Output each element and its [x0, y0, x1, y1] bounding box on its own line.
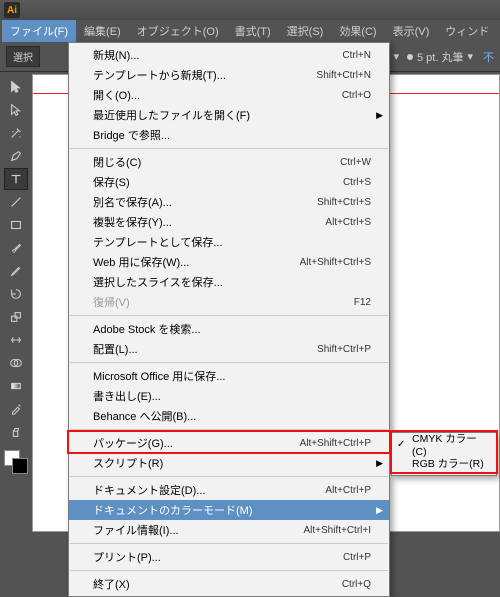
menu-item-save-for-ms-office[interactable]: Microsoft Office 用に保存...: [69, 366, 389, 386]
menu-window[interactable]: ウィンド: [437, 20, 497, 42]
tool-panel: [2, 74, 30, 476]
chevron-right-icon: ▶: [376, 458, 383, 469]
symbol-sprayer-tool[interactable]: [4, 421, 28, 443]
menu-item-save-as-template[interactable]: テンプレートとして保存...: [69, 232, 389, 252]
menu-item-save-selected-slices[interactable]: 選択したスライスを保存...: [69, 272, 389, 292]
menu-item-file-info[interactable]: ファイル情報(I)...Alt+Shift+Ctrl+I: [69, 520, 389, 540]
menu-file[interactable]: ファイル(F): [2, 20, 76, 42]
bullet-icon: [407, 54, 413, 60]
submenu-item-rgb[interactable]: RGB カラー(R): [392, 454, 496, 473]
menu-item-print[interactable]: プリント(P)...Ctrl+P: [69, 547, 389, 567]
menu-item-save-as[interactable]: 別名で保存(A)...Shift+Ctrl+S: [69, 192, 389, 212]
rectangle-tool[interactable]: [4, 214, 28, 236]
menu-item-document-setup[interactable]: ドキュメント設定(D)...Alt+Ctrl+P: [69, 480, 389, 500]
gradient-tool[interactable]: [4, 375, 28, 397]
menu-item-exit[interactable]: 終了(X)Ctrl+Q: [69, 574, 389, 594]
menu-type[interactable]: 書式(T): [227, 20, 279, 42]
check-icon: ✓: [397, 439, 405, 450]
menu-item-browse-bridge[interactable]: Bridge で参照...: [69, 125, 389, 145]
selection-label: 選択: [6, 46, 40, 67]
direct-selection-tool[interactable]: [4, 99, 28, 121]
menu-item-new[interactable]: 新規(N)...Ctrl+N: [69, 45, 389, 65]
title-bar: Ai: [0, 0, 500, 20]
menu-item-close[interactable]: 閉じる(C)Ctrl+W: [69, 152, 389, 172]
menu-bar: ファイル(F) 編集(E) オブジェクト(O) 書式(T) 選択(S) 効果(C…: [0, 20, 500, 42]
chevron-right-icon: ▶: [376, 505, 383, 516]
menu-item-save[interactable]: 保存(S)Ctrl+S: [69, 172, 389, 192]
rotate-tool[interactable]: [4, 283, 28, 305]
menu-item-open[interactable]: 開く(O)...Ctrl+O: [69, 85, 389, 105]
menu-effect[interactable]: 効果(C): [331, 20, 384, 42]
menu-item-behance[interactable]: Behance へ公開(B)...: [69, 406, 389, 426]
menu-separator: [70, 476, 388, 477]
pencil-tool[interactable]: [4, 260, 28, 282]
app-logo: Ai: [4, 2, 20, 18]
menu-item-save-for-web[interactable]: Web 用に保存(W)...Alt+Shift+Ctrl+S: [69, 252, 389, 272]
menu-item-place[interactable]: 配置(L)...Shift+Ctrl+P: [69, 339, 389, 359]
menu-item-export[interactable]: 書き出し(E)...: [69, 386, 389, 406]
menu-separator: [70, 429, 388, 430]
menu-item-document-color-mode[interactable]: ドキュメントのカラーモード(M)▶: [69, 500, 389, 520]
menu-item-scripts[interactable]: スクリプト(R)▶: [69, 453, 389, 473]
menu-separator: [70, 315, 388, 316]
stroke-swatch[interactable]: [12, 458, 28, 474]
selection-tool[interactable]: [4, 76, 28, 98]
pen-tool[interactable]: [4, 145, 28, 167]
stroke-size[interactable]: 5 pt. 丸筆: [417, 49, 463, 65]
menu-item-save-copy[interactable]: 複製を保存(Y)...Alt+Ctrl+S: [69, 212, 389, 232]
menu-object[interactable]: オブジェクト(O): [129, 20, 227, 42]
scale-tool[interactable]: [4, 306, 28, 328]
opacity-label[interactable]: 不: [483, 49, 494, 65]
menu-item-search-adobe-stock[interactable]: Adobe Stock を検索...: [69, 319, 389, 339]
shape-builder-tool[interactable]: [4, 352, 28, 374]
magic-wand-tool[interactable]: [4, 122, 28, 144]
menu-item-open-recent[interactable]: 最近使用したファイルを開く(F)▶: [69, 105, 389, 125]
menu-view[interactable]: 表示(V): [385, 20, 438, 42]
menu-select[interactable]: 選択(S): [279, 20, 332, 42]
line-tool[interactable]: [4, 191, 28, 213]
paintbrush-tool[interactable]: [4, 237, 28, 259]
eyedropper-tool[interactable]: [4, 398, 28, 420]
menu-item-revert: 復帰(V)F12: [69, 292, 389, 312]
type-tool[interactable]: [4, 168, 28, 190]
file-menu-dropdown: 新規(N)...Ctrl+N テンプレートから新規(T)...Shift+Ctr…: [68, 42, 390, 597]
menu-item-new-from-template[interactable]: テンプレートから新規(T)...Shift+Ctrl+N: [69, 65, 389, 85]
menu-item-package[interactable]: パッケージ(G)...Alt+Shift+Ctrl+P: [69, 433, 389, 453]
chevron-right-icon: ▶: [376, 110, 383, 121]
menu-separator: [70, 148, 388, 149]
menu-separator: [70, 362, 388, 363]
color-swatches[interactable]: [4, 450, 28, 474]
width-tool[interactable]: [4, 329, 28, 351]
submenu-item-cmyk[interactable]: ✓CMYK カラー(C): [392, 435, 496, 454]
menu-separator: [70, 543, 388, 544]
color-mode-submenu: ✓CMYK カラー(C) RGB カラー(R): [391, 432, 497, 476]
menu-separator: [70, 570, 388, 571]
menu-edit[interactable]: 編集(E): [76, 20, 129, 42]
